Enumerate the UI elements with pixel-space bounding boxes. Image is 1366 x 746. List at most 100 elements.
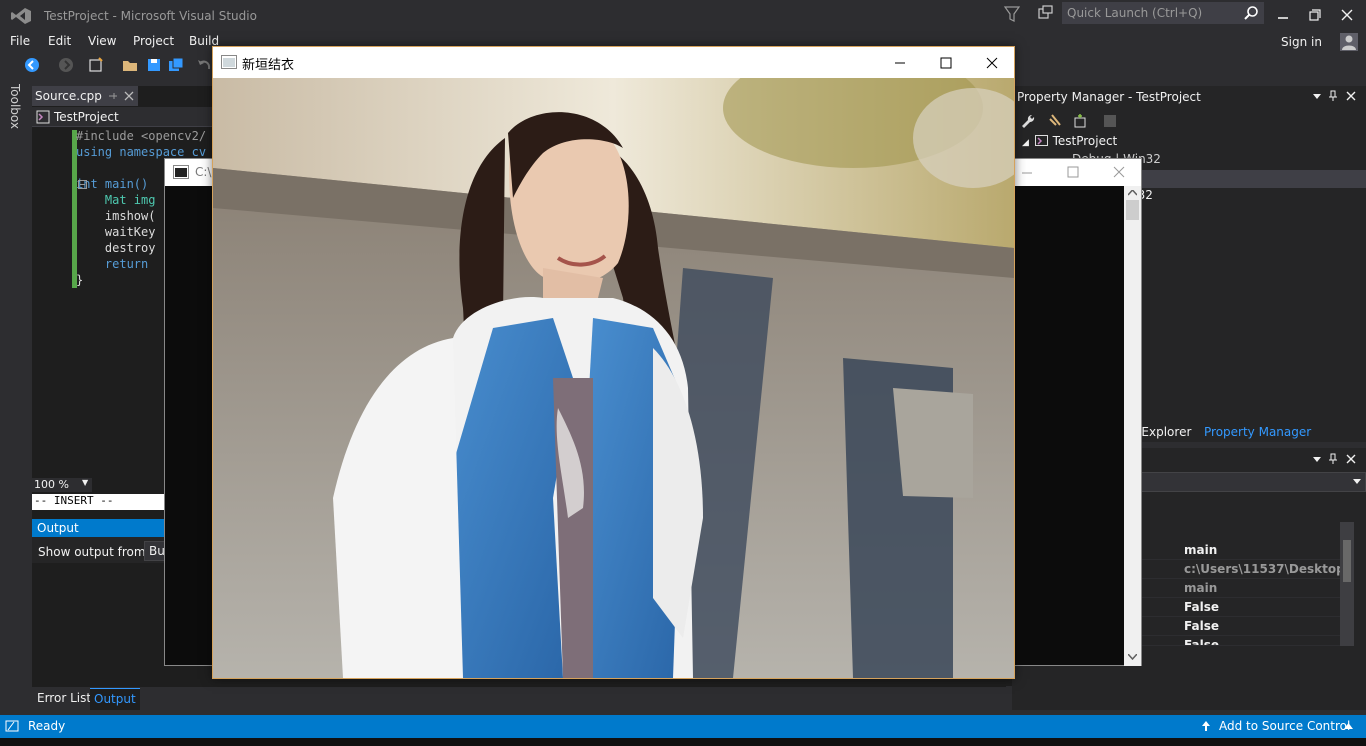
quick-launch-input[interactable] [1067,5,1237,21]
add-new-sheet-icon[interactable] [1072,113,1088,129]
dropdown-arrow-icon[interactable] [1312,93,1322,101]
maximize-icon[interactable] [1067,166,1079,178]
property-manager-header: Property Manager - TestProject [1012,86,1366,108]
dropdown-arrow-icon[interactable] [1312,456,1322,464]
save-icon[interactable] [146,57,162,73]
navigate-back-icon[interactable] [24,57,40,73]
property-value-row[interactable]: main [1138,541,1354,560]
save-sheet-icon[interactable] [1102,113,1118,129]
code-line-9: return [76,257,149,271]
property-value-row[interactable]: main [1138,579,1354,598]
properties-scrollbar[interactable] [1340,522,1354,646]
expand-arrow-icon[interactable]: ◢ [1022,138,1029,148]
close-panel-icon[interactable] [1346,91,1356,101]
toolbox-strip[interactable]: Toolbox [6,84,24,144]
close-panel-icon[interactable] [1346,454,1356,464]
property-manager-toolbar [1012,108,1366,132]
save-all-icon[interactable] [168,57,184,73]
output-source-label: Show output from: [38,545,150,559]
code-line-10: } [76,273,84,287]
notifications-icon[interactable] [1036,5,1054,23]
quick-launch-box[interactable] [1062,2,1264,24]
visual-studio-logo-icon [11,8,31,24]
close-icon [1341,9,1353,21]
property-value-row[interactable]: False [1138,617,1354,636]
status-bar: Ready Add to Source Control [0,715,1366,738]
menu-view[interactable]: View [88,34,116,48]
project-icon [36,110,50,124]
scroll-up-icon[interactable] [1128,190,1137,196]
pin-icon[interactable] [1328,90,1338,102]
scrollbar-thumb[interactable] [1343,540,1351,582]
close-icon [986,57,998,68]
image-window-close-button[interactable] [969,47,1015,78]
chevron-up-icon[interactable] [1344,723,1353,729]
console-scrollbar[interactable] [1124,186,1141,666]
restore-button[interactable] [1298,4,1332,26]
tab-output[interactable]: Output [90,688,140,710]
code-line-5: Mat img [76,193,156,207]
account-icon[interactable] [1340,33,1358,51]
zoom-level[interactable]: 100 % ▼ [32,478,92,492]
navigate-forward-icon[interactable] [58,57,74,73]
image-window-maximize-button[interactable] [923,47,969,78]
scrollbar-thumb[interactable] [1126,200,1139,220]
tab-error-list[interactable]: Error List [37,691,91,705]
search-icon[interactable] [1243,5,1259,21]
code-line-7: waitKey [76,225,156,239]
console-app-icon [173,165,189,179]
wrench-icon[interactable] [1020,113,1036,129]
close-icon[interactable] [1113,166,1125,178]
sign-in-link[interactable]: Sign in [1281,35,1322,49]
menu-file[interactable]: File [10,34,30,48]
image-window-minimize-button[interactable] [877,47,923,78]
code-line-1: #include <opencv2/ [76,129,207,143]
console-title: C:\ [195,165,212,179]
new-project-icon[interactable] [88,57,104,73]
undo-icon[interactable] [196,57,212,73]
scroll-down-icon[interactable] [1128,654,1137,660]
vim-mode-bar: -- INSERT -- [32,494,172,510]
image-window-title: 新垣结衣 [242,58,295,73]
menu-project[interactable]: Project [133,34,174,48]
image-window-app-icon [221,55,237,69]
status-text: Ready [28,719,66,733]
property-value-row[interactable]: False [1138,598,1354,617]
document-tab-label: Source.cpp [35,89,102,103]
window-title: TestProject - Microsoft Visual Studio [44,9,257,23]
zoom-value: 100 % [34,478,69,491]
document-tab-source[interactable]: Source.cpp [32,86,138,106]
minimize-button[interactable] [1266,4,1300,26]
maximize-icon [940,57,952,68]
status-ready-icon [5,720,19,732]
windows-taskbar-edge [0,738,1366,746]
feedback-filter-icon[interactable] [1004,5,1020,23]
close-tab-icon[interactable] [124,91,134,101]
nav-project-name[interactable]: TestProject [54,110,119,124]
image-window[interactable]: 新垣结衣 [212,46,1015,679]
minimize-icon [1278,17,1288,19]
properties-object-select[interactable] [1138,472,1366,492]
tree-item-testproject[interactable]: ◢ TestProject [1022,134,1117,152]
bottom-tab-bar: Error List Output [32,688,1006,710]
collapse-outline-icon[interactable] [78,180,87,189]
pin-icon[interactable] [1328,453,1338,465]
property-manager-title: Property Manager - TestProject [1017,90,1201,104]
upload-arrow-icon[interactable] [1201,720,1211,732]
close-button[interactable] [1330,4,1364,26]
chevron-down-icon[interactable]: ▼ [82,478,88,487]
add-to-source-control-button[interactable]: Add to Source Control [1219,719,1350,733]
toolbox-label[interactable]: Toolbox [8,84,22,129]
minimize-icon[interactable] [1021,167,1033,179]
photo-image [213,78,1014,678]
pin-icon[interactable] [108,91,118,101]
image-window-title-bar[interactable]: 新垣结衣 [213,47,1014,78]
open-folder-icon[interactable] [122,57,138,73]
tab-property-manager[interactable]: Property Manager [1204,425,1311,439]
chevron-down-icon[interactable] [1353,479,1361,485]
code-line-6: imshow( [76,209,156,223]
menu-edit[interactable]: Edit [48,34,71,48]
property-value-row[interactable]: c:\Users\11537\Desktop\Tes [1138,560,1354,579]
property-value-row[interactable]: False [1138,636,1354,646]
add-property-sheet-icon[interactable] [1048,113,1064,129]
